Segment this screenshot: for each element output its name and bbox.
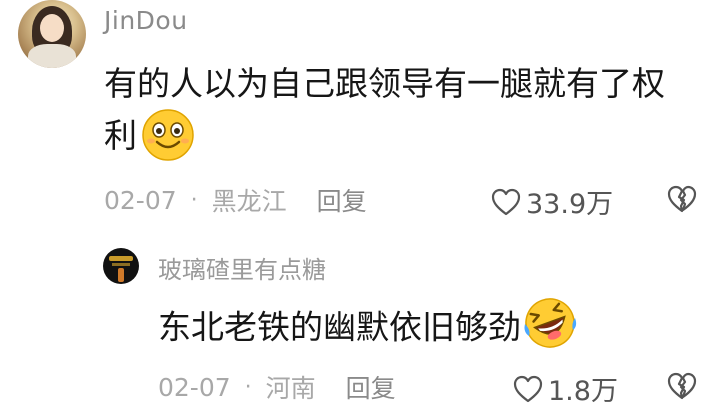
avatar-graphic <box>118 268 124 282</box>
comment-like-count: 33.9万 <box>526 189 614 220</box>
avatar-face <box>40 14 64 42</box>
reply-like-count: 1.8万 <box>548 376 618 407</box>
meta-separator: · <box>244 374 252 400</box>
comment-meta: 02-07 · 黑龙江 回复 <box>104 182 367 218</box>
reply-meta: 02-07 · 河南 回复 <box>158 369 396 405</box>
reply-text-body: 东北老铁的幽默依旧够劲 <box>158 307 521 347</box>
meta-separator: · <box>190 187 198 213</box>
smiling-face-icon <box>141 108 195 162</box>
rolling-laughing-face-icon <box>521 294 579 352</box>
heart-icon <box>491 188 521 215</box>
comment-location: 黑龙江 <box>211 187 287 216</box>
reply-avatar[interactable] <box>103 248 139 284</box>
reply-text: 东北老铁的幽默依旧够劲 <box>158 298 579 358</box>
reply-date: 02-07 <box>158 372 231 402</box>
reply-username[interactable]: 玻璃碴里有点糖 <box>158 250 326 285</box>
reply-dislike-button[interactable] <box>666 371 698 405</box>
comment-date: 02-07 <box>104 185 177 215</box>
comment-like-button[interactable]: 33.9万 <box>490 182 613 221</box>
broken-heart-icon <box>667 372 697 400</box>
comment-text: 有的人以为自己跟领导有一腿就有了权利 <box>104 58 694 165</box>
heart-icon <box>513 375 543 402</box>
comment-dislike-button[interactable] <box>666 184 698 218</box>
commenter-avatar[interactable] <box>18 0 86 68</box>
broken-heart-icon <box>667 185 697 213</box>
avatar-graphic <box>109 256 133 261</box>
commenter-username[interactable]: JinDou <box>104 6 188 35</box>
reply-location: 河南 <box>265 374 316 403</box>
comment-reply-button[interactable]: 回复 <box>317 182 367 218</box>
reply-like-button[interactable]: 1.8万 <box>512 369 618 408</box>
avatar-body <box>28 44 76 68</box>
avatar-graphic <box>112 263 130 266</box>
reply-reply-button[interactable]: 回复 <box>346 369 396 405</box>
